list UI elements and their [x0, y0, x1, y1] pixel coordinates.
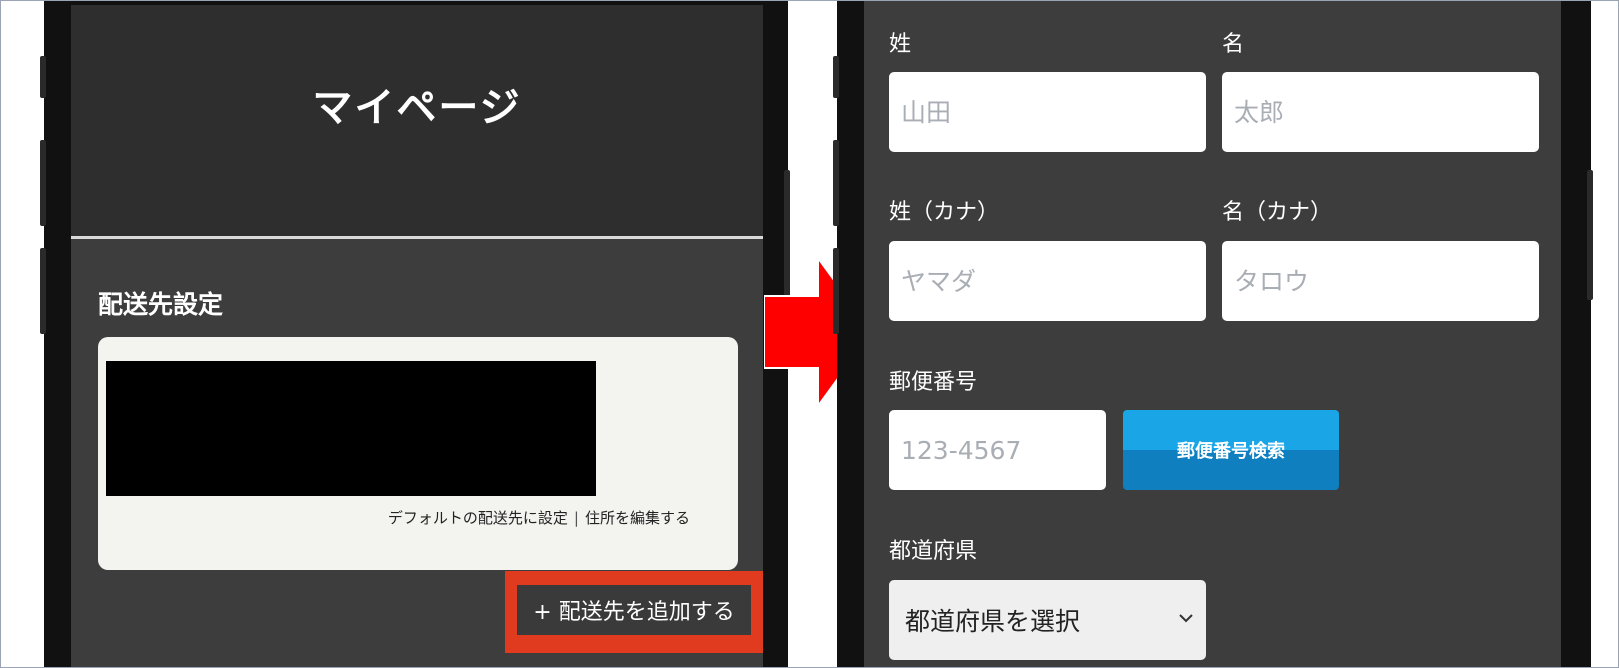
first-name-input[interactable] [1222, 72, 1539, 152]
last-name-label: 姓 [889, 32, 912, 57]
set-default-link[interactable]: デフォルトの配送先に設定 [388, 509, 568, 527]
left-screen: マイページ 配送先設定 デフォルトの配送先に設定 | 住所を編集する + 配送先を追… [71, 5, 763, 668]
postal-code-input[interactable] [889, 410, 1106, 490]
postal-search-button[interactable]: 郵便番号検索 [1123, 410, 1339, 490]
edit-address-link[interactable]: 住所を編集する [585, 509, 690, 527]
add-address-button[interactable]: + 配送先を追加する [517, 585, 751, 635]
first-name-kana-input[interactable] [1222, 241, 1539, 321]
postal-code-label: 郵便番号 [889, 370, 978, 395]
first-name-kana-label: 名（カナ） [1222, 200, 1333, 225]
redacted-address [106, 361, 596, 496]
last-name-kana-label: 姓（カナ） [889, 200, 1000, 225]
first-name-label: 名 [1222, 32, 1245, 57]
page-header: マイページ [71, 5, 763, 239]
address-card-actions: デフォルトの配送先に設定 | 住所を編集する [388, 507, 690, 528]
last-name-input[interactable] [889, 72, 1206, 152]
link-separator: | [573, 509, 579, 527]
prefecture-label: 都道府県 [889, 539, 978, 564]
page-title: マイページ [312, 85, 522, 131]
power-button [1587, 170, 1593, 300]
mute-switch [833, 56, 839, 98]
volume-down-button [40, 248, 46, 334]
prefecture-select-value: 都道府県を選択 [905, 607, 1081, 636]
highlight-box: + 配送先を追加する [505, 571, 763, 653]
section-title: 配送先設定 [98, 290, 224, 319]
volume-up-button [833, 140, 839, 226]
volume-down-button [833, 248, 839, 334]
mute-switch [40, 56, 46, 98]
volume-up-button [40, 140, 46, 226]
right-screen: 姓 名 姓（カナ） 名（カナ） 郵便番号 郵便番号検索 都道府県 都道府県を選択 [864, 0, 1561, 668]
chevron-down-icon [1179, 614, 1193, 623]
last-name-kana-input[interactable] [889, 241, 1206, 321]
prefecture-select[interactable]: 都道府県を選択 [889, 580, 1206, 660]
address-card: デフォルトの配送先に設定 | 住所を編集する [98, 337, 738, 570]
